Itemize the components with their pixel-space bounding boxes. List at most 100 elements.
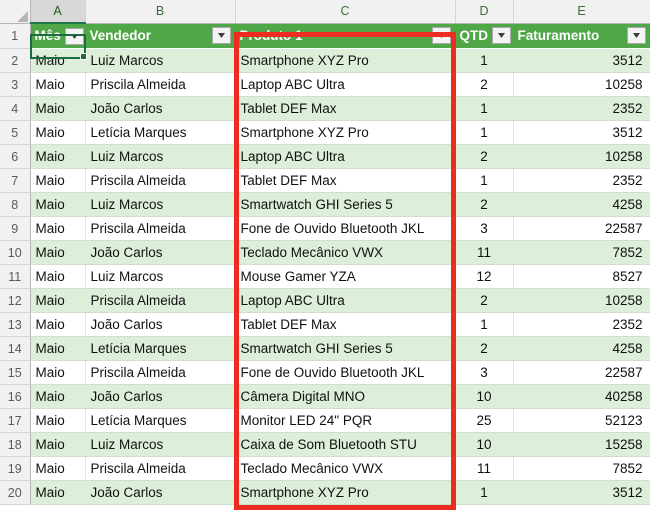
cell-vendedor[interactable]: Priscila Almeida: [85, 360, 236, 385]
cell-mes[interactable]: Maio: [30, 312, 86, 337]
column-header-cell-mes[interactable]: Mês: [30, 23, 86, 49]
row-header-3[interactable]: 3: [0, 72, 31, 97]
cell-produto[interactable]: Laptop ABC Ultra: [235, 144, 456, 169]
row-header-2[interactable]: 2: [0, 48, 31, 73]
cell-vendedor[interactable]: Letícia Marques: [85, 120, 236, 145]
cell-vendedor[interactable]: João Carlos: [85, 312, 236, 337]
cell-vendedor[interactable]: Priscila Almeida: [85, 72, 236, 97]
cell-produto[interactable]: Câmera Digital MNO: [235, 384, 456, 409]
cell-vendedor[interactable]: Luiz Marcos: [85, 144, 236, 169]
cell-faturamento[interactable]: 3512: [513, 48, 650, 73]
row-header-20[interactable]: 20: [0, 480, 31, 505]
cell-qtd[interactable]: 2: [455, 192, 514, 217]
column-header-a[interactable]: A: [30, 0, 86, 24]
cell-qtd[interactable]: 1: [455, 312, 514, 337]
cell-qtd[interactable]: 1: [455, 96, 514, 121]
column-header-cell-faturamento[interactable]: Faturamento: [513, 23, 650, 49]
row-header-8[interactable]: 8: [0, 192, 31, 217]
cell-faturamento[interactable]: 22587: [513, 360, 650, 385]
cell-mes[interactable]: Maio: [30, 216, 86, 241]
cell-qtd[interactable]: 2: [455, 288, 514, 313]
row-header-12[interactable]: 12: [0, 288, 31, 313]
cell-mes[interactable]: Maio: [30, 192, 86, 217]
cell-mes[interactable]: Maio: [30, 264, 86, 289]
column-header-d[interactable]: D: [455, 0, 514, 24]
cell-faturamento[interactable]: 52123: [513, 408, 650, 433]
cell-qtd[interactable]: 3: [455, 360, 514, 385]
cell-produto[interactable]: Fone de Ouvido Bluetooth JKL: [235, 216, 456, 241]
cell-produto[interactable]: Fone de Ouvido Bluetooth JKL: [235, 360, 456, 385]
cell-vendedor[interactable]: Luiz Marcos: [85, 48, 236, 73]
cell-produto[interactable]: Mouse Gamer YZA: [235, 264, 456, 289]
column-header-b[interactable]: B: [85, 0, 236, 24]
cell-vendedor[interactable]: João Carlos: [85, 96, 236, 121]
cell-qtd[interactable]: 2: [455, 72, 514, 97]
cell-faturamento[interactable]: 15258: [513, 432, 650, 457]
cell-produto[interactable]: Caixa de Som Bluetooth STU: [235, 432, 456, 457]
cell-mes[interactable]: Maio: [30, 432, 86, 457]
row-header-13[interactable]: 13: [0, 312, 31, 337]
cell-qtd[interactable]: 2: [455, 336, 514, 361]
cell-mes[interactable]: Maio: [30, 336, 86, 361]
row-header-1[interactable]: 1: [0, 23, 31, 49]
cell-mes[interactable]: Maio: [30, 120, 86, 145]
cell-mes[interactable]: Maio: [30, 408, 86, 433]
cell-vendedor[interactable]: João Carlos: [85, 480, 236, 505]
cell-faturamento[interactable]: 2352: [513, 168, 650, 193]
cell-qtd[interactable]: 2: [455, 144, 514, 169]
column-header-e[interactable]: E: [513, 0, 650, 24]
cell-produto[interactable]: Smartphone XYZ Pro: [235, 120, 456, 145]
cell-qtd[interactable]: 12: [455, 264, 514, 289]
cell-faturamento[interactable]: 2352: [513, 96, 650, 121]
row-header-19[interactable]: 19: [0, 456, 31, 481]
filter-dropdown-qtd[interactable]: [492, 27, 511, 45]
cell-mes[interactable]: Maio: [30, 144, 86, 169]
cell-produto[interactable]: Smartwatch GHI Series 5: [235, 336, 456, 361]
cell-mes[interactable]: Maio: [30, 384, 86, 409]
row-header-14[interactable]: 14: [0, 336, 31, 361]
cell-vendedor[interactable]: João Carlos: [85, 384, 236, 409]
cell-vendedor[interactable]: Letícia Marques: [85, 408, 236, 433]
filter-dropdown-faturamento[interactable]: [626, 27, 646, 45]
cell-mes[interactable]: Maio: [30, 360, 86, 385]
row-header-7[interactable]: 7: [0, 168, 31, 193]
cell-produto[interactable]: Smartphone XYZ Pro: [235, 480, 456, 505]
cell-vendedor[interactable]: Letícia Marques: [85, 336, 236, 361]
cell-vendedor[interactable]: Priscila Almeida: [85, 456, 236, 481]
cell-qtd[interactable]: 10: [455, 384, 514, 409]
cell-qtd[interactable]: 1: [455, 48, 514, 73]
cell-mes[interactable]: Maio: [30, 72, 86, 97]
cell-faturamento[interactable]: 10258: [513, 288, 650, 313]
filter-dropdown-mes[interactable]: [64, 27, 84, 45]
row-header-4[interactable]: 4: [0, 96, 31, 121]
cell-vendedor[interactable]: Luiz Marcos: [85, 264, 236, 289]
cell-produto[interactable]: Tablet DEF Max: [235, 96, 456, 121]
cell-faturamento[interactable]: 40258: [513, 384, 650, 409]
cell-vendedor[interactable]: João Carlos: [85, 240, 236, 265]
cell-vendedor[interactable]: Priscila Almeida: [85, 168, 236, 193]
cell-qtd[interactable]: 1: [455, 120, 514, 145]
cell-faturamento[interactable]: 22587: [513, 216, 650, 241]
cell-vendedor[interactable]: Luiz Marcos: [85, 192, 236, 217]
cell-mes[interactable]: Maio: [30, 168, 86, 193]
column-header-cell-qtd[interactable]: QTD: [455, 23, 514, 49]
cell-mes[interactable]: Maio: [30, 48, 86, 73]
cell-faturamento[interactable]: 8527: [513, 264, 650, 289]
cell-vendedor[interactable]: Priscila Almeida: [85, 216, 236, 241]
row-header-11[interactable]: 11: [0, 264, 31, 289]
cell-vendedor[interactable]: Luiz Marcos: [85, 432, 236, 457]
column-header-cell-vendedor[interactable]: Vendedor: [85, 23, 236, 49]
cell-mes[interactable]: Maio: [30, 456, 86, 481]
cell-qtd[interactable]: 10: [455, 432, 514, 457]
cell-produto[interactable]: Smartphone XYZ Pro: [235, 48, 456, 73]
cell-mes[interactable]: Maio: [30, 96, 86, 121]
cell-faturamento[interactable]: 10258: [513, 144, 650, 169]
cell-qtd[interactable]: 1: [455, 480, 514, 505]
row-header-16[interactable]: 16: [0, 384, 31, 409]
row-header-10[interactable]: 10: [0, 240, 31, 265]
cell-faturamento[interactable]: 4258: [513, 192, 650, 217]
filter-dropdown-produto[interactable]: [431, 27, 451, 45]
cell-faturamento[interactable]: 7852: [513, 456, 650, 481]
cell-produto[interactable]: Laptop ABC Ultra: [235, 72, 456, 97]
row-header-6[interactable]: 6: [0, 144, 31, 169]
